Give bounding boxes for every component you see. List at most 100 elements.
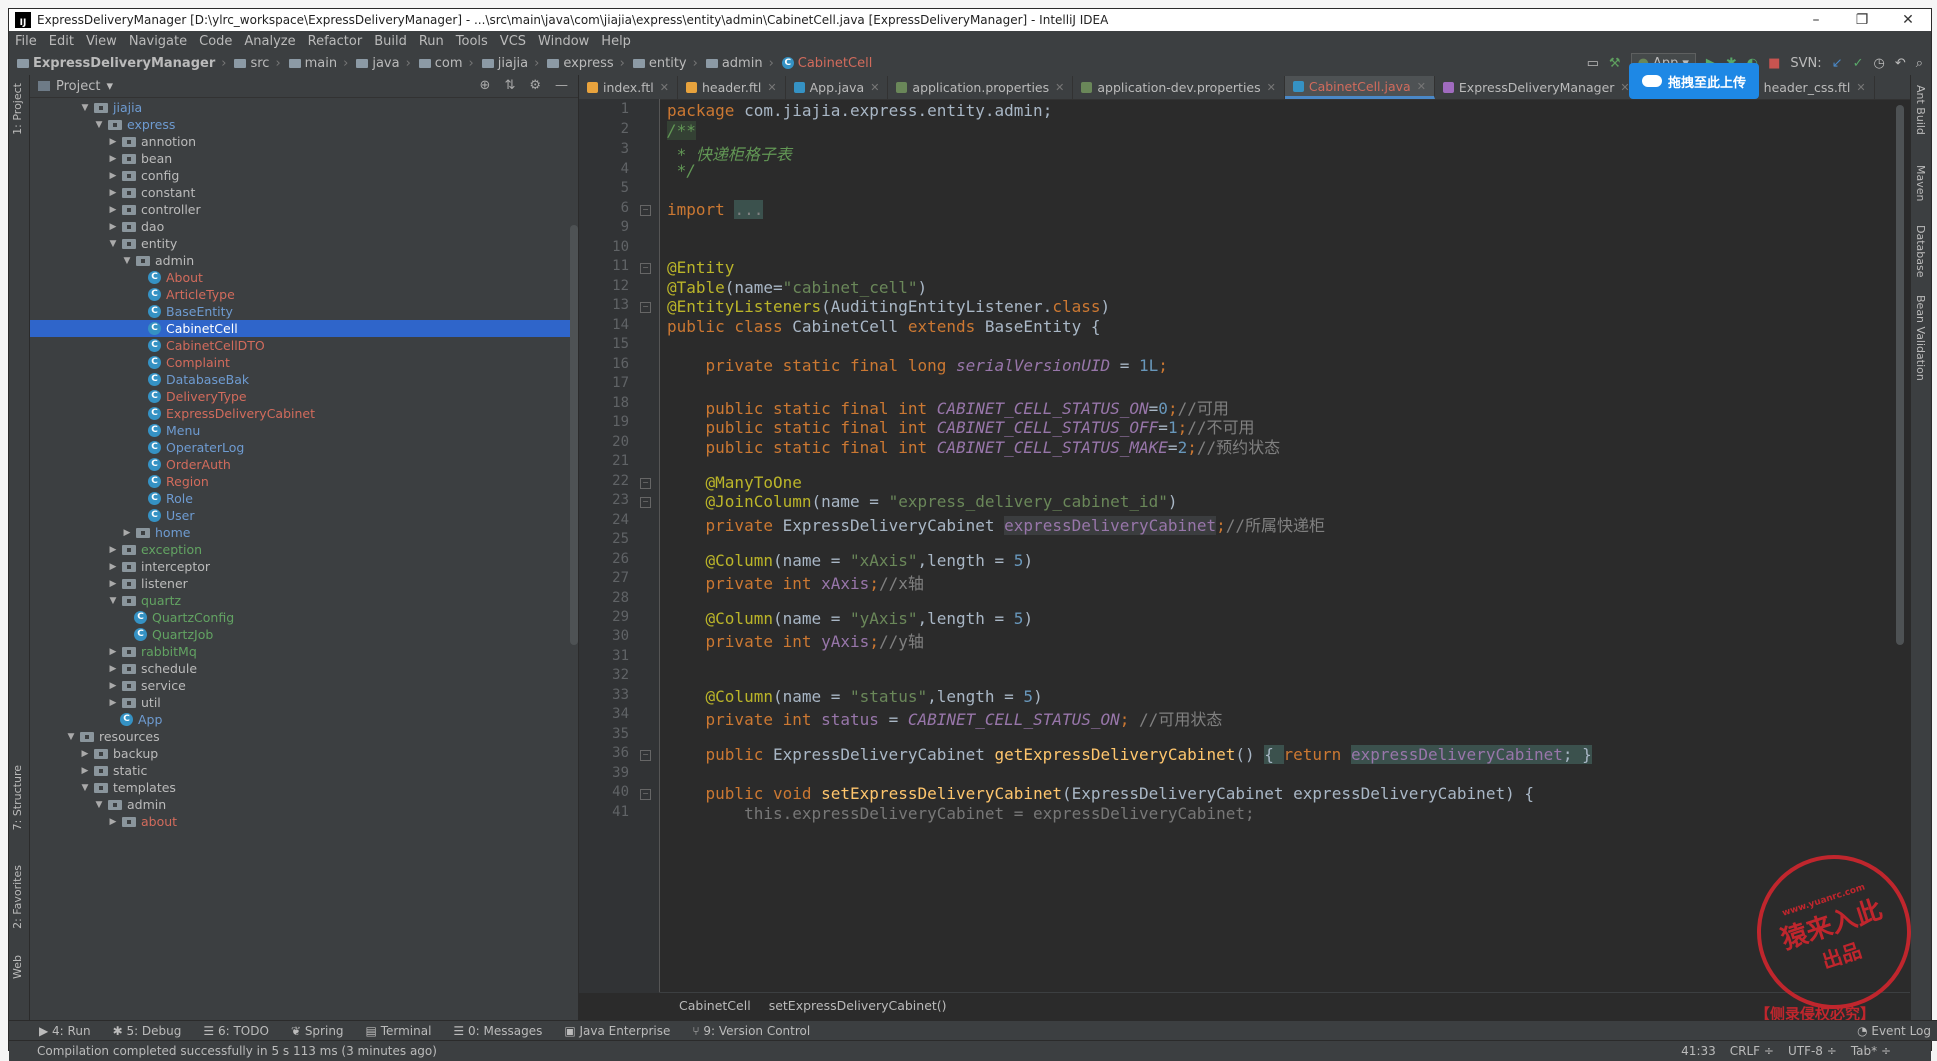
tree-folder-item[interactable]: ▶ exception — [30, 541, 578, 558]
expanded-arrow-icon[interactable]: ▼ — [78, 103, 92, 113]
fold-marker-icon[interactable]: − — [640, 302, 651, 313]
code-area[interactable]: package com.jiajia.express.entity.admin;… — [667, 99, 1902, 993]
collapsed-arrow-icon[interactable]: ▶ — [106, 664, 120, 674]
web-tool-tab[interactable]: Web — [11, 955, 24, 979]
file-encoding[interactable]: UTF-8 ÷ — [1788, 1044, 1837, 1058]
editor-tab[interactable]: index.ftl ✕ — [579, 76, 678, 99]
collapsed-arrow-icon[interactable]: ▶ — [106, 545, 120, 555]
tree-folder-item[interactable]: ▶ annotion — [30, 133, 578, 150]
minimize-button[interactable]: – — [1793, 12, 1839, 28]
menu-analyze[interactable]: Analyze — [238, 34, 301, 49]
collapsed-arrow-icon[interactable]: ▶ — [78, 766, 92, 776]
tree-class-item[interactable]: C Menu — [30, 422, 578, 439]
tree-class-item[interactable]: C CabinetCell — [30, 320, 578, 337]
editor-tab[interactable]: header.ftl ✕ — [678, 76, 786, 99]
collapsed-arrow-icon[interactable]: ▶ — [106, 154, 120, 164]
collapsed-arrow-icon[interactable]: ▶ — [106, 579, 120, 589]
tree-folder-item[interactable]: ▶ rabbitMq — [30, 643, 578, 660]
project-tool-tab[interactable]: 1: Project — [11, 83, 24, 135]
menu-build[interactable]: Build — [368, 34, 413, 49]
event-log-tab[interactable]: ◔ Event Log — [1857, 1024, 1937, 1038]
menu-tools[interactable]: Tools — [450, 34, 494, 49]
tree-folder-item[interactable]: ▼ entity — [30, 235, 578, 252]
svn-update-icon[interactable]: ↙ — [1832, 56, 1843, 71]
indent-setting[interactable]: Tab* ÷ — [1851, 1044, 1891, 1058]
tree-class-item[interactable]: C App — [30, 711, 578, 728]
maven-tool-tab[interactable]: Maven — [1914, 165, 1927, 201]
expanded-arrow-icon[interactable]: ▼ — [64, 732, 78, 742]
breadcrumb-jiajia[interactable]: jiajia › — [474, 56, 539, 71]
collapsed-arrow-icon[interactable]: ▶ — [106, 817, 120, 827]
editor-tab[interactable]: ExpressDeliveryManager ✕ — [1435, 76, 1639, 99]
editor-breadcrumb-class[interactable]: CabinetCell — [679, 998, 751, 1013]
favorites-tool-tab[interactable]: 2: Favorites — [11, 865, 24, 929]
menu-refactor[interactable]: Refactor — [302, 34, 369, 49]
tree-folder-item[interactable]: ▶ schedule — [30, 660, 578, 677]
line-separator[interactable]: CRLF ÷ — [1730, 1044, 1774, 1058]
java-enterprise-tool-tab[interactable]: ▣ Java Enterprise — [564, 1024, 670, 1038]
breadcrumb-express[interactable]: express › — [539, 56, 625, 71]
build-hammer-icon[interactable]: ⚒ — [1609, 56, 1621, 71]
tree-class-item[interactable]: C DatabaseBak — [30, 371, 578, 388]
expanded-arrow-icon[interactable]: ▼ — [106, 596, 120, 606]
expanded-arrow-icon[interactable]: ▼ — [78, 783, 92, 793]
collapsed-arrow-icon[interactable]: ▶ — [106, 137, 120, 147]
tree-folder-item[interactable]: ▶ listener — [30, 575, 578, 592]
breadcrumb-project[interactable]: ExpressDeliveryManager › — [9, 56, 226, 71]
menu-file[interactable]: File — [9, 34, 43, 49]
caret-position[interactable]: 41:33 — [1681, 1044, 1716, 1058]
fold-marker-icon[interactable]: − — [640, 263, 651, 274]
tree-folder-item[interactable]: ▼ admin — [30, 796, 578, 813]
expanded-arrow-icon[interactable]: ▼ — [92, 800, 106, 810]
version-control-tool-tab[interactable]: ⑂ 9: Version Control — [692, 1024, 810, 1038]
menu-run[interactable]: Run — [413, 34, 450, 49]
terminal-tool-tab[interactable]: ▤ Terminal — [366, 1024, 432, 1038]
ant-build-tool-tab[interactable]: Ant Build — [1914, 85, 1927, 135]
menu-edit[interactable]: Edit — [43, 34, 80, 49]
close-tab-icon[interactable]: ✕ — [870, 81, 879, 94]
collapsed-arrow-icon[interactable]: ▶ — [106, 171, 120, 181]
tree-folder-item[interactable]: ▶ service — [30, 677, 578, 694]
tree-folder-item[interactable]: ▶ static — [30, 762, 578, 779]
close-button[interactable]: ✕ — [1885, 12, 1931, 28]
tree-folder-item[interactable]: ▶ dao — [30, 218, 578, 235]
history-icon[interactable]: ◷ — [1873, 56, 1884, 71]
tree-folder-item[interactable]: ▶ interceptor — [30, 558, 578, 575]
close-tab-icon[interactable]: ✕ — [767, 81, 776, 94]
tree-class-item[interactable]: C OperaterLog — [30, 439, 578, 456]
tree-folder-item[interactable]: ▶ constant — [30, 184, 578, 201]
breadcrumb-admin[interactable]: admin › — [698, 56, 774, 71]
tree-folder-item[interactable]: ▶ backup — [30, 745, 578, 762]
tree-class-item[interactable]: C User — [30, 507, 578, 524]
svn-commit-icon[interactable]: ✓ — [1853, 56, 1864, 71]
collapsed-arrow-icon[interactable]: ▶ — [106, 647, 120, 657]
hide-icon[interactable]: — — [555, 78, 568, 93]
tree-folder-item[interactable]: ▶ config — [30, 167, 578, 184]
messages-tool-tab[interactable]: ☰ 0: Messages — [453, 1024, 542, 1038]
tree-folder-item[interactable]: ▶ bean — [30, 150, 578, 167]
editor-tab[interactable]: application-dev.properties ✕ — [1073, 76, 1285, 99]
locate-icon[interactable]: ⊕ — [480, 78, 491, 93]
project-view-select[interactable]: Project — [56, 79, 100, 94]
upload-button[interactable]: 拖拽至此上传 — [1629, 63, 1759, 99]
run-tool-tab[interactable]: ▶ 4: Run — [39, 1024, 91, 1038]
layout-icon[interactable]: ▭ — [1587, 56, 1599, 71]
expanded-arrow-icon[interactable]: ▼ — [106, 239, 120, 249]
collapsed-arrow-icon[interactable]: ▶ — [106, 188, 120, 198]
fold-marker-icon[interactable]: − — [640, 205, 651, 216]
menu-code[interactable]: Code — [193, 34, 238, 49]
close-tab-icon[interactable]: ✕ — [1055, 81, 1064, 94]
tree-class-item[interactable]: C DeliveryType — [30, 388, 578, 405]
collapsed-arrow-icon[interactable]: ▶ — [106, 205, 120, 215]
tree-class-item[interactable]: C CabinetCellDTO — [30, 337, 578, 354]
tree-class-item[interactable]: C Complaint — [30, 354, 578, 371]
menu-navigate[interactable]: Navigate — [123, 34, 193, 49]
menu-vcs[interactable]: VCS — [494, 34, 532, 49]
revert-icon[interactable]: ↶ — [1895, 56, 1906, 71]
editor-tab[interactable]: header_css.ftl ✕ — [1740, 76, 1875, 99]
tree-folder-item[interactable]: ▶ util — [30, 694, 578, 711]
stop-icon[interactable]: ■ — [1768, 56, 1780, 71]
tree-folder-item[interactable]: ▼ quartz — [30, 592, 578, 609]
search-icon[interactable]: ⌕ — [1916, 56, 1923, 71]
bean-validation-tool-tab[interactable]: Bean Validation — [1914, 295, 1927, 381]
